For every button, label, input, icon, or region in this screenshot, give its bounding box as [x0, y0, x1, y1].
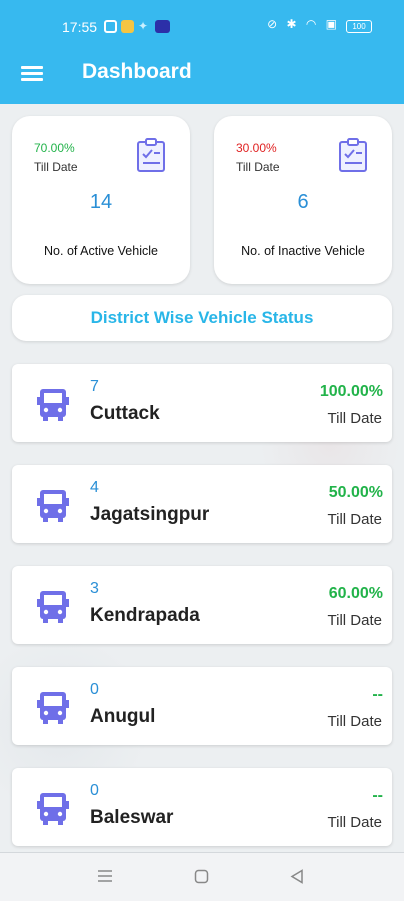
hamburger-icon[interactable]	[21, 66, 43, 82]
bus-icon	[37, 591, 69, 623]
clipboard-icon	[137, 138, 165, 172]
menu-nav-icon[interactable]	[97, 869, 113, 883]
district-percent: 60.00%	[328, 585, 383, 602]
inactive-till-date: Till Date	[236, 160, 280, 174]
sparkle-notification-icon: ✦	[138, 19, 149, 33]
district-till-date: Till Date	[327, 814, 382, 831]
page-title: Dashboard	[82, 60, 192, 83]
district-row[interactable]: 7 Cuttack 100.00% Till Date	[12, 364, 392, 442]
district-vehicle-count: 4	[90, 479, 99, 496]
clipboard-icon	[339, 138, 367, 172]
message-notification-icon	[121, 20, 134, 33]
district-percent: --	[372, 787, 383, 804]
district-till-date: Till Date	[327, 410, 382, 427]
district-vehicle-count: 7	[90, 378, 99, 395]
inactive-vehicle-card[interactable]: 30.00% Till Date 6 No. of Inactive Vehic…	[214, 116, 392, 284]
home-nav-icon[interactable]	[194, 869, 209, 884]
active-label: No. of Active Vehicle	[44, 244, 158, 258]
app-notification-icon	[104, 20, 117, 33]
back-nav-icon[interactable]	[290, 869, 304, 884]
inactive-percent: 30.00%	[236, 141, 277, 155]
district-row[interactable]: 4 Jagatsingpur 50.00% Till Date	[12, 465, 392, 543]
active-vehicle-card[interactable]: 70.00% Till Date 14 No. of Active Vehicl…	[12, 116, 190, 284]
district-name: Kendrapada	[90, 605, 200, 626]
district-vehicle-count: 0	[90, 782, 99, 799]
district-section-title: District Wise Vehicle Status	[12, 295, 392, 341]
district-name: Jagatsingpur	[90, 504, 210, 525]
district-vehicle-count: 0	[90, 681, 99, 698]
district-till-date: Till Date	[327, 511, 382, 528]
bus-icon	[37, 692, 69, 724]
status-bar: 17:55 ✦ ⊘ ✱ ◠ ▣ 100	[0, 0, 404, 52]
active-till-date: Till Date	[34, 160, 78, 174]
system-nav-bar	[0, 852, 404, 901]
district-name: Baleswar	[90, 807, 174, 828]
district-vehicle-count: 3	[90, 580, 99, 597]
bus-icon	[37, 389, 69, 421]
district-name: Anugul	[90, 706, 156, 727]
district-row[interactable]: 0 Anugul -- Till Date	[12, 667, 392, 745]
notification-icons: ✦	[104, 20, 170, 33]
district-percent: --	[372, 686, 383, 703]
battery-icon: 100	[346, 20, 372, 33]
active-count: 14	[89, 191, 113, 213]
district-till-date: Till Date	[327, 713, 382, 730]
active-percent: 70.00%	[34, 141, 75, 155]
bus-icon	[37, 490, 69, 522]
status-time: 17:55	[62, 19, 98, 35]
inactive-count: 6	[297, 191, 309, 213]
status-signal-icons: ⊘ ✱ ◠ ▣	[267, 17, 340, 31]
district-percent: 50.00%	[328, 484, 383, 501]
district-name: Cuttack	[90, 403, 160, 424]
district-row[interactable]: 0 Baleswar -- Till Date	[12, 768, 392, 846]
district-till-date: Till Date	[327, 612, 382, 629]
district-row[interactable]: 3 Kendrapada 60.00% Till Date	[12, 566, 392, 644]
inactive-label: No. of Inactive Vehicle	[241, 244, 365, 258]
bus-icon	[37, 793, 69, 825]
district-percent: 100.00%	[319, 383, 383, 400]
chat-notification-icon	[155, 20, 170, 33]
app-header: 17:55 ✦ ⊘ ✱ ◠ ▣ 100 Dashboard	[0, 0, 404, 104]
